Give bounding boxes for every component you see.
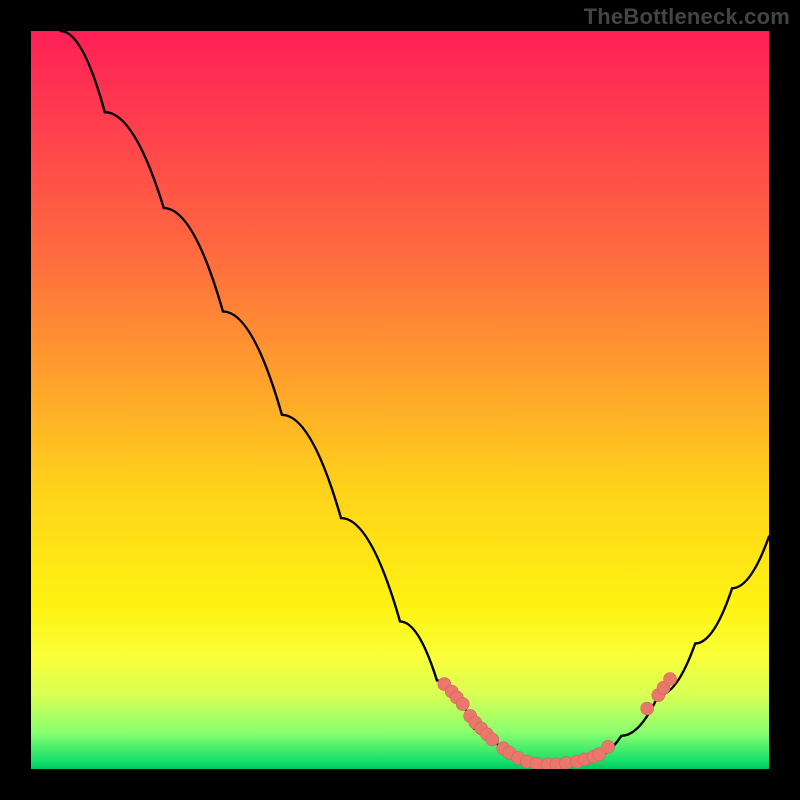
- data-point: [486, 733, 499, 746]
- curve-points: [438, 673, 677, 770]
- plot-area: [31, 31, 769, 769]
- bottleneck-curve: [61, 31, 770, 765]
- data-point: [456, 698, 469, 711]
- data-point: [641, 702, 654, 715]
- data-point: [664, 673, 677, 686]
- data-point: [602, 740, 615, 753]
- attribution-text: TheBottleneck.com: [584, 4, 790, 30]
- chart-container: TheBottleneck.com: [0, 0, 800, 800]
- curve-svg: [31, 31, 769, 769]
